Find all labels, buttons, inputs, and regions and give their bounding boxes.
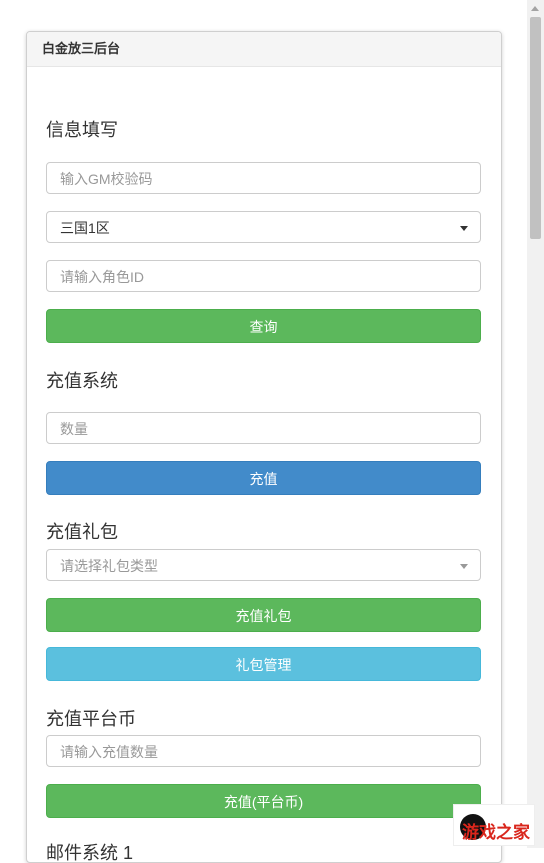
platform-amount-input[interactable]: 请输入充值数量 [46,735,481,767]
gift-manage-button[interactable]: 礼包管理 [46,647,481,681]
mail-section-title: 邮件系统 1 [46,843,134,863]
amount-input[interactable]: 数量 [46,412,481,444]
watermark-text: 游戏之家 [462,823,530,842]
admin-panel: 白金放三后台 信息填写 输入GM校验码 三国1区 请输入角色ID 查询 充值系统… [26,31,502,863]
gift-type-placeholder: 请选择礼包类型 [60,558,158,574]
chevron-down-icon [460,226,468,231]
vertical-scrollbar[interactable] [527,0,544,848]
gift-section-title: 充值礼包 [46,522,118,542]
scroll-thumb[interactable] [530,17,541,239]
recharge-button[interactable]: 充值 [46,461,481,495]
scroll-up-icon[interactable] [531,6,539,11]
recharge-section-title: 充值系统 [46,371,118,391]
panel-title: 白金放三后台 [27,32,501,67]
query-button[interactable]: 查询 [46,309,481,343]
chevron-down-icon [460,564,468,569]
server-select-value: 三国1区 [60,220,110,236]
gm-code-input[interactable]: 输入GM校验码 [46,162,481,194]
site-watermark: 游戏之家 [453,804,535,846]
role-id-input[interactable]: 请输入角色ID [46,260,481,292]
server-select[interactable]: 三国1区 [46,211,481,243]
platform-recharge-button[interactable]: 充值(平台币) [46,784,481,818]
info-section-title: 信息填写 [46,120,118,140]
gift-type-select[interactable]: 请选择礼包类型 [46,549,481,581]
gift-recharge-button[interactable]: 充值礼包 [46,598,481,632]
platform-section-title: 充值平台币 [46,709,136,729]
